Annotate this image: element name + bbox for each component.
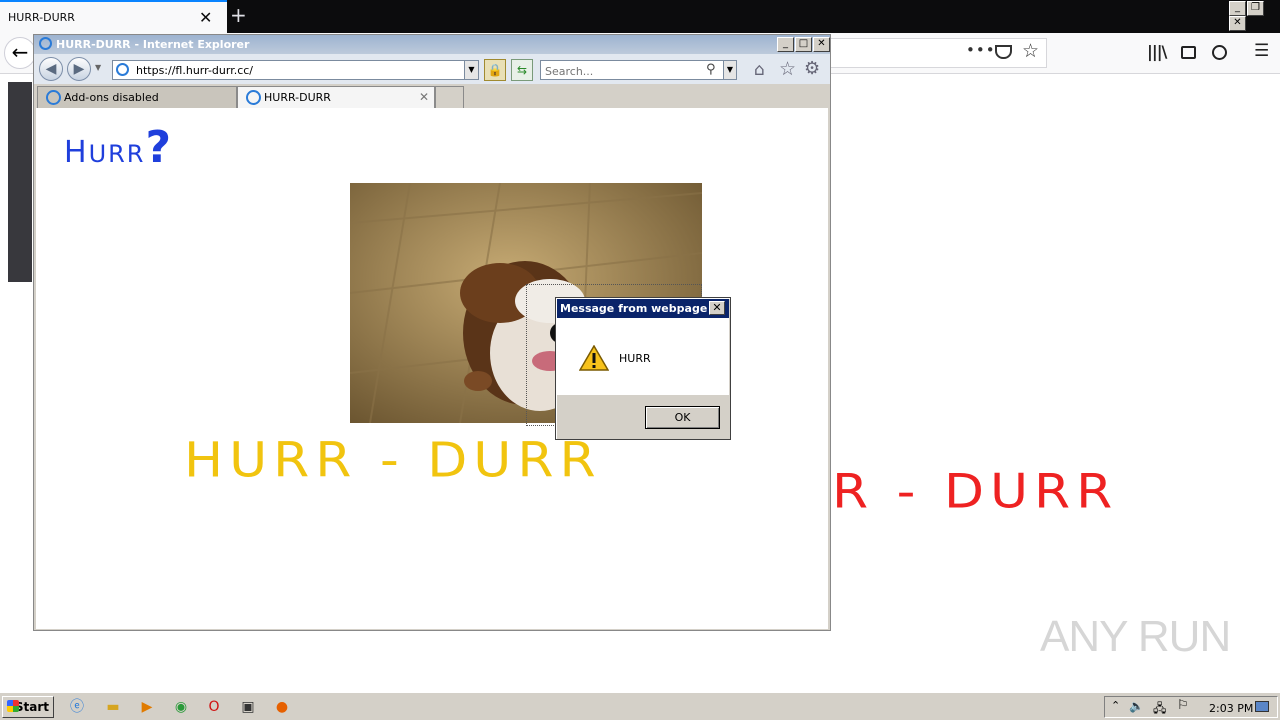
firefox-page-side-panel xyxy=(8,82,32,282)
firefox-tab-title: HURR-DURR xyxy=(8,11,75,24)
ie-logo-icon xyxy=(39,37,52,50)
tab-close-icon[interactable]: ✕ xyxy=(419,90,429,104)
firefox-tab[interactable]: HURR-DURR ✕ xyxy=(0,0,227,33)
hamburger-menu-icon[interactable]: ☰ xyxy=(1254,41,1269,61)
more-actions-icon[interactable]: ••• xyxy=(966,41,996,59)
ie-search-dropdown-icon[interactable]: ▼ xyxy=(723,61,736,79)
restore-icon[interactable]: ❐ xyxy=(1247,1,1264,16)
warning-icon xyxy=(578,344,610,374)
ie-window-title: HURR-DURR - Internet Explorer xyxy=(56,38,250,51)
minimize-icon[interactable]: _ xyxy=(1229,1,1246,16)
heading-first-letter: H xyxy=(64,135,89,170)
firefox-tab-close-icon[interactable]: ✕ xyxy=(199,8,212,27)
ie-page-icon xyxy=(116,63,129,76)
anyrun-watermark: ANY RUN xyxy=(1040,612,1231,661)
ie-close-icon[interactable]: ✕ xyxy=(813,37,830,52)
system-tray: ⌃ 🔈 🖧 ⚐ 2:03 PM xyxy=(1104,696,1278,718)
hurr-durr-banner: HURR - DURR xyxy=(184,433,602,489)
dialog-body: HURR xyxy=(557,318,729,395)
refresh-icon[interactable]: ⇆ xyxy=(511,59,533,81)
chrome-icon[interactable]: ◉ xyxy=(170,697,192,717)
media-player-icon[interactable]: ▶ xyxy=(136,697,158,717)
network-icon[interactable]: 🖧 xyxy=(1153,699,1166,720)
back-arrow-icon[interactable]: ← xyxy=(4,37,36,69)
ie-tab-icon xyxy=(246,90,261,105)
ie-address-dropdown-icon[interactable]: ▼ xyxy=(464,60,479,80)
page-heading: HURR? xyxy=(64,122,173,173)
ie-recent-pages-icon[interactable]: ▼ xyxy=(95,63,101,72)
ie-tab-icon xyxy=(46,90,61,105)
library-icon[interactable]: |||\ xyxy=(1147,42,1167,61)
ie-tab-label: Add-ons disabled xyxy=(64,91,159,104)
start-button[interactable]: Start xyxy=(2,696,54,718)
ie-tab-addons-disabled[interactable]: Add-ons disabled xyxy=(37,86,237,108)
clock[interactable]: 2:03 PM xyxy=(1209,702,1253,715)
heading-rest: URR xyxy=(88,140,146,168)
ie-navigation-bar: ◀ ▶ ▼ https://fl.hurr-durr.cc/ ▼ 🔒 ⇆ ⚲ ▼… xyxy=(34,54,830,84)
dialog-message: HURR xyxy=(619,352,651,365)
ie-back-icon[interactable]: ◀ xyxy=(39,57,63,81)
firefox-url-bar[interactable] xyxy=(830,38,1047,68)
ie-forward-icon[interactable]: ▶ xyxy=(67,57,91,81)
close-icon[interactable]: ✕ xyxy=(1229,16,1246,31)
opera-icon[interactable]: O xyxy=(203,697,225,717)
firefox-icon[interactable]: ● xyxy=(271,697,293,717)
lock-icon[interactable]: 🔒 xyxy=(484,59,506,81)
bookmark-star-icon[interactable]: ☆ xyxy=(1022,40,1039,62)
ie-maximize-icon[interactable]: □ xyxy=(795,37,812,52)
show-desktop-icon[interactable] xyxy=(1255,701,1269,712)
ie-tab-hurr-durr[interactable]: HURR-DURR ✕ xyxy=(237,86,435,108)
tray-expand-icon[interactable]: ⌃ xyxy=(1111,699,1120,712)
ie-search-box[interactable]: ⚲ ▼ xyxy=(540,60,737,80)
alert-dialog: Message from webpage ✕ HURR OK xyxy=(555,297,731,440)
volume-icon[interactable]: 🔈 xyxy=(1129,699,1144,713)
internet-explorer-icon[interactable]: ⓔ xyxy=(66,697,88,717)
ie-title-bar[interactable]: HURR-DURR - Internet Explorer _ □ ✕ xyxy=(34,35,830,54)
ie-tab-label: HURR-DURR xyxy=(264,91,331,104)
dialog-title: Message from webpage xyxy=(560,302,708,315)
sidebar-icon[interactable] xyxy=(1181,46,1196,59)
new-tab-icon[interactable]: + xyxy=(230,3,247,27)
ie-minimize-icon[interactable]: _ xyxy=(777,37,794,52)
taskbar: Start ⓔ ▬ ▶ ◉ O ▣ ● ⌃ 🔈 🖧 ⚐ 2:03 PM xyxy=(0,692,1280,720)
dialog-close-icon[interactable]: ✕ xyxy=(709,301,725,315)
ie-address-bar[interactable]: https://fl.hurr-durr.cc/ xyxy=(112,60,479,80)
ie-new-tab-button[interactable] xyxy=(435,86,464,108)
search-icon[interactable]: ⚲ xyxy=(706,62,716,77)
favorites-star-icon[interactable]: ☆ xyxy=(779,58,796,80)
terminal-icon[interactable]: ▣ xyxy=(237,697,259,717)
account-icon[interactable] xyxy=(1212,45,1227,60)
start-label: Start xyxy=(14,700,49,714)
windows-logo-icon xyxy=(7,700,19,712)
ok-button[interactable]: OK xyxy=(645,406,720,429)
background-banner-text: R - DURR xyxy=(832,465,1119,519)
dialog-title-bar[interactable]: Message from webpage ✕ xyxy=(557,299,729,318)
home-icon[interactable]: ⌂ xyxy=(754,60,765,80)
ie-search-input[interactable] xyxy=(543,62,707,80)
firefox-window-controls: _ ❐✕ xyxy=(1228,1,1280,31)
ie-address-url[interactable]: https://fl.hurr-durr.cc/ xyxy=(136,64,253,77)
heading-question-mark: ? xyxy=(145,122,174,173)
ie-window-controls: _ □ ✕ xyxy=(776,37,830,52)
action-center-flag-icon[interactable]: ⚐ xyxy=(1177,698,1189,713)
ie-tab-row: Add-ons disabled HURR-DURR ✕ xyxy=(34,84,830,108)
gear-icon[interactable]: ⚙ xyxy=(804,58,820,79)
folder-icon[interactable]: ▬ xyxy=(102,697,124,717)
